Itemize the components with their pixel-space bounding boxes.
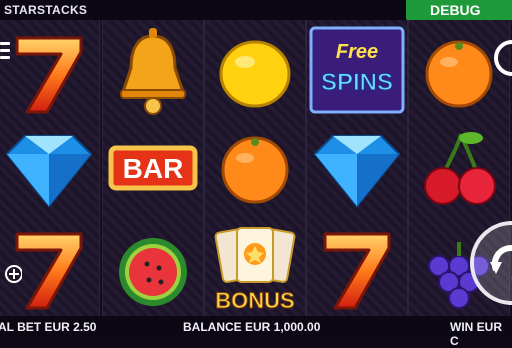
watermelon-symbol: [119, 238, 187, 306]
free-text: Free: [336, 41, 378, 63]
bar-symbol: BAR: [108, 145, 198, 191]
bell-symbol: [120, 28, 186, 115]
game-title: STARSTACKS: [4, 3, 88, 17]
cherry-symbol: [424, 132, 496, 205]
status-bar: AL BET EUR 2.50 BALANCE EUR 1,000.00 WIN…: [0, 316, 512, 348]
total-bet-label: AL BET EUR 2.50: [0, 320, 97, 334]
settings-icon[interactable]: [492, 38, 512, 78]
bonus-text: BONUS: [215, 288, 294, 313]
lemon-symbol: [219, 40, 291, 108]
debug-play-badge: DEBUG PLAY: [406, 0, 512, 38]
reel-area: BAR BONUS Free SPINS: [0, 20, 512, 316]
seven-symbol: [323, 232, 391, 310]
win-label: WIN EUR C: [450, 320, 502, 348]
bet-plus-icon[interactable]: [0, 262, 22, 286]
bar-text: BAR: [123, 153, 184, 184]
orange-symbol: [221, 136, 289, 204]
reel-4: Free SPINS: [306, 20, 408, 316]
reel-2: BAR: [102, 20, 204, 316]
seven-symbol: [15, 36, 83, 114]
diamond-symbol: [313, 135, 401, 208]
top-bar: STARSTACKS DEBUG PLAY: [0, 0, 512, 38]
spin-icon[interactable]: [452, 218, 512, 308]
free-spins-symbol: Free SPINS: [309, 26, 405, 114]
diamond-symbol: [5, 135, 93, 208]
menu-icon[interactable]: [0, 42, 10, 60]
spins-text: SPINS: [321, 69, 393, 96]
balance-label: BALANCE EUR 1,000.00: [183, 320, 321, 334]
bonus-symbol: BONUS: [214, 227, 296, 314]
reel-3: BONUS: [204, 20, 306, 316]
